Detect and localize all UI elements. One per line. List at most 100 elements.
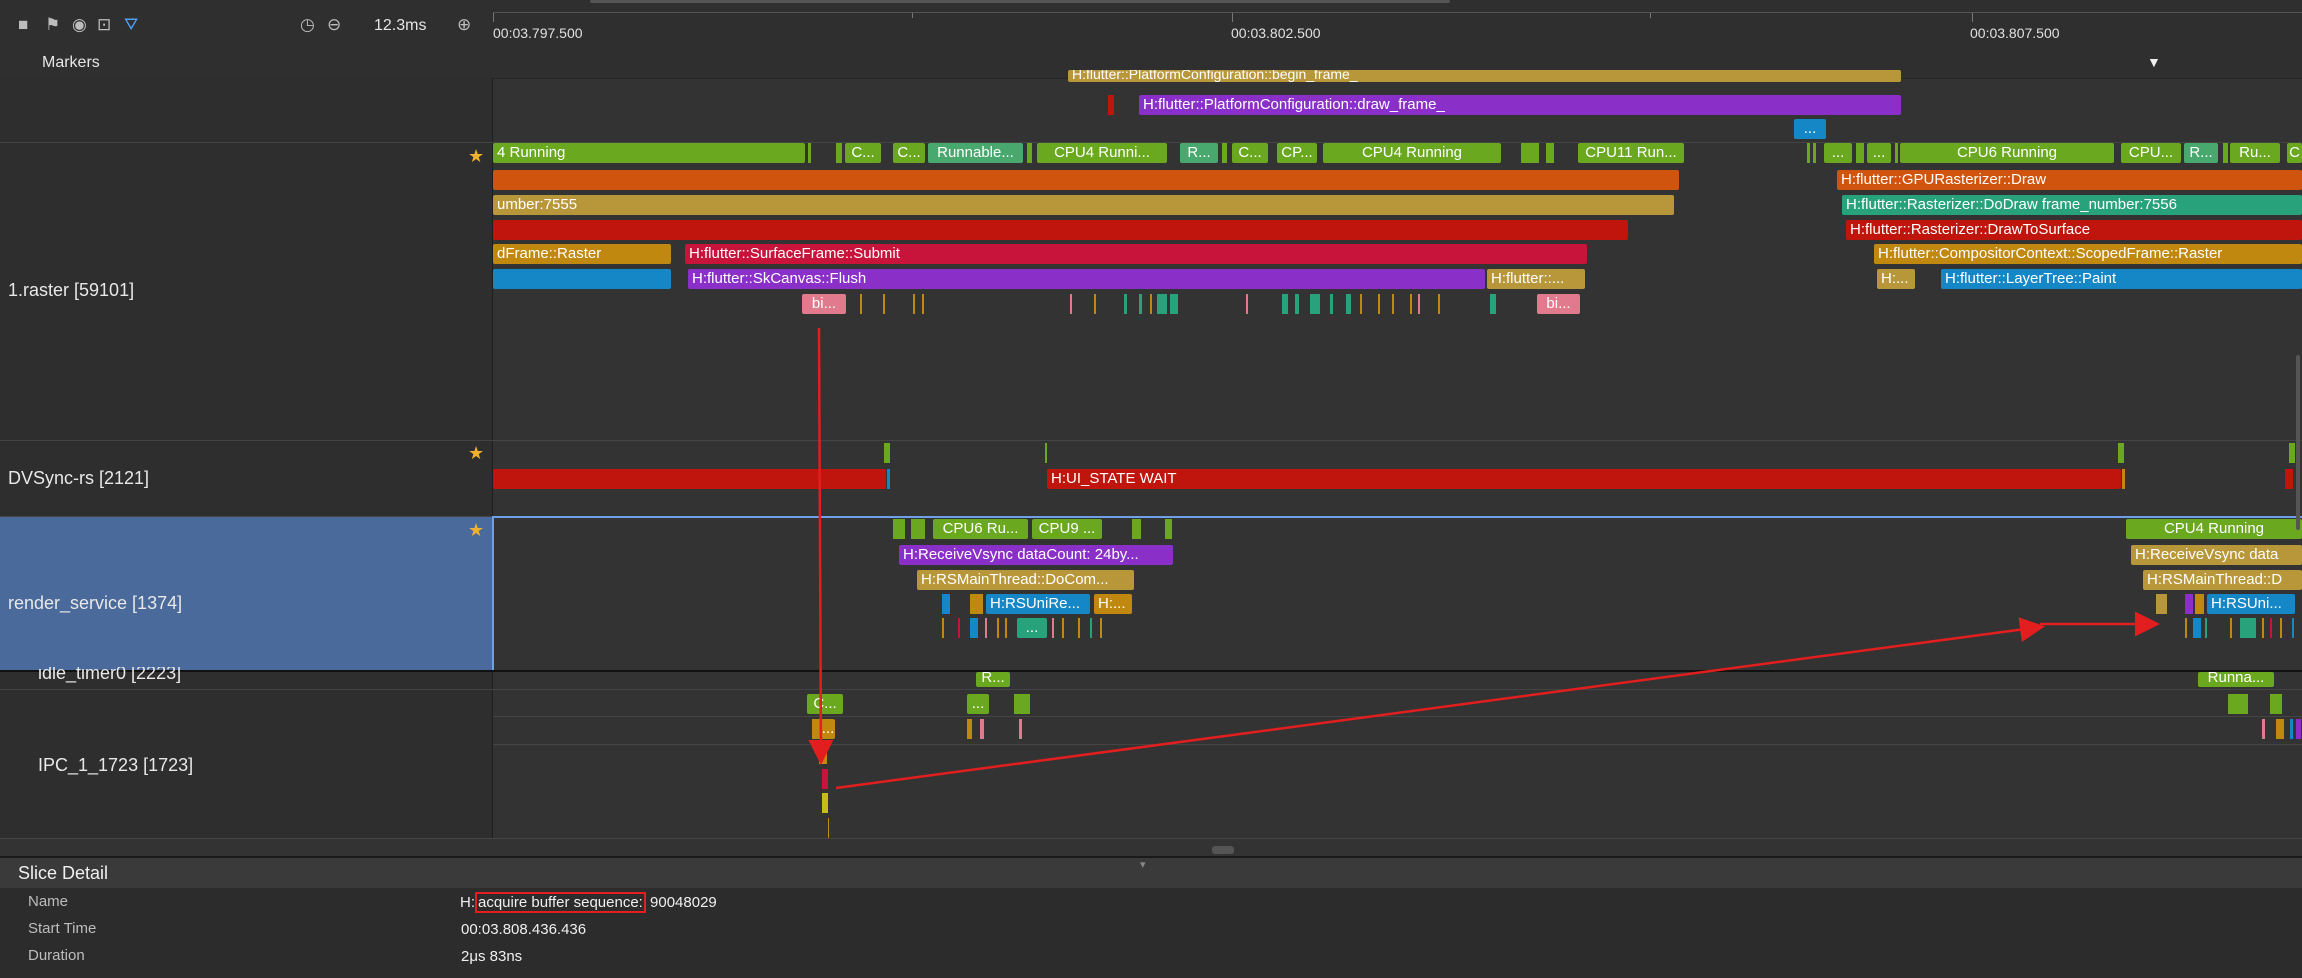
slice-mark[interactable] [1346,294,1351,314]
slice-mark[interactable] [997,618,999,638]
slice-mark[interactable] [1132,519,1141,539]
slice-mark[interactable] [2205,618,2207,638]
star-icon[interactable]: ★ [468,146,484,167]
slice-mark[interactable] [958,618,960,638]
slice[interactable]: C... [807,694,843,714]
slice[interactable] [493,170,1679,190]
slice-mark[interactable] [1360,294,1362,314]
timeline-scrollbar[interactable] [590,0,1450,3]
slice-mark[interactable] [2270,694,2282,714]
slice[interactable]: 4 Running [493,143,805,163]
slice-mark[interactable] [2296,719,2301,739]
slice-mark[interactable] [2280,618,2282,638]
caret-down-icon[interactable]: ▼ [2147,54,2161,70]
slice[interactable]: H:flutter::Rasterizer::DoDraw frame_numb… [1842,195,2302,215]
slice-mark[interactable] [1170,294,1178,314]
slice[interactable]: ... [967,694,989,714]
slice[interactable]: H:flutter::PlatformConfiguration::draw_f… [1139,95,1901,115]
clock-icon[interactable]: ◷ [300,16,315,34]
slice-mark[interactable] [1330,294,1333,314]
palette-icon[interactable]: ◉ [72,16,87,34]
slice-mark[interactable] [1014,694,1030,714]
slice-mark[interactable] [822,769,828,789]
star-icon[interactable]: ★ [468,520,484,541]
slice-mark[interactable] [1005,618,1007,638]
slice[interactable] [493,220,1628,240]
slice[interactable]: Runnable... [928,143,1023,163]
slice-mark[interactable] [2262,618,2264,638]
slice[interactable]: H:flutter::Rasterizer::DrawToSurface [1846,220,2302,240]
slice-mark[interactable] [819,744,827,764]
slice-mark[interactable] [970,618,978,638]
slice-mark[interactable] [1222,143,1227,163]
slice-mark[interactable] [1094,294,1096,314]
track-label-render-service[interactable]: render_service [1374] [8,593,182,614]
slice-mark[interactable] [2122,469,2125,489]
slice-mark[interactable] [1856,143,1864,163]
slice-mark[interactable] [1045,443,1047,463]
slice-mark[interactable] [1062,618,1064,638]
slice[interactable]: bi... [1537,294,1580,314]
slice[interactable]: CPU6 Ru... [933,519,1028,539]
slice-mark[interactable] [2185,618,2187,638]
slice[interactable]: H:flutter::SkCanvas::Flush [688,269,1485,289]
slice-mark[interactable] [970,594,983,614]
slice-mark[interactable] [967,719,972,739]
slice[interactable]: H:RSUni... [2207,594,2295,614]
slice[interactable]: CP... [1277,143,1317,163]
slice-mark[interactable] [942,618,944,638]
slice-mark[interactable] [893,519,905,539]
slice-mark[interactable] [1813,143,1816,163]
slice-mark[interactable] [2228,694,2248,714]
slice-mark[interactable] [1019,719,1022,739]
slice[interactable]: H:RSUniRe... [986,594,1090,614]
slice-mark[interactable] [1295,294,1299,314]
slice[interactable]: R... [976,672,1010,687]
slice-mark[interactable] [2193,618,2201,638]
slice-mark[interactable] [828,818,829,838]
slice-mark[interactable] [836,143,842,163]
slice-mark[interactable] [808,143,811,163]
slice-mark[interactable] [812,719,820,739]
slice[interactable]: ... [821,719,835,739]
slice-mark[interactable] [911,519,925,539]
slice-mark[interactable] [1438,294,1440,314]
slice[interactable]: C... [845,143,881,163]
slice-mark[interactable] [2270,618,2272,638]
slice[interactable]: H:ReceiveVsync dataCount: 24by... [899,545,1173,565]
slice-mark[interactable] [1282,294,1288,314]
slice-mark[interactable] [1139,294,1142,314]
slice[interactable]: CPU... [2121,143,2181,163]
slice-mark[interactable] [1895,143,1898,163]
slice-mark[interactable] [2285,469,2293,489]
track-label-idle-timer[interactable]: idle_timer0 [2223] [38,667,181,684]
slice-mark[interactable] [2230,618,2232,638]
slice[interactable]: H:RSMainThread::D [2143,570,2302,590]
slice[interactable]: C [2287,143,2302,163]
slice-mark[interactable] [2289,443,2295,463]
slice[interactable] [493,469,886,489]
star-icon[interactable]: ★ [468,443,484,464]
slice-mark[interactable] [2290,719,2293,739]
slice[interactable]: CPU6 Running [1900,143,2114,163]
slice-mark[interactable] [2292,618,2294,638]
slice-mark[interactable] [2156,594,2167,614]
slice-mark[interactable] [1392,294,1394,314]
panel-divider[interactable] [492,78,493,838]
slice-mark[interactable] [822,793,828,813]
slice[interactable]: C... [1232,143,1268,163]
slice[interactable]: H:UI_STATE WAIT [1047,469,2121,489]
flag-icon[interactable]: ⚑ [45,16,60,34]
slice-mark[interactable] [2195,594,2204,614]
slice-mark[interactable] [1246,294,1248,314]
slice-mark[interactable] [2262,719,2265,739]
capture-icon[interactable]: ⊡ [97,16,111,34]
slice-mark[interactable] [1807,143,1810,163]
slice[interactable]: CPU11 Run... [1578,143,1684,163]
slice-mark[interactable] [2223,143,2228,163]
splitter-handle[interactable] [1212,846,1234,854]
slice[interactable]: H:flutter::... [1487,269,1585,289]
slice[interactable]: ... [1867,143,1891,163]
slice-mark[interactable] [1165,519,1172,539]
slice-mark[interactable] [1124,294,1127,314]
